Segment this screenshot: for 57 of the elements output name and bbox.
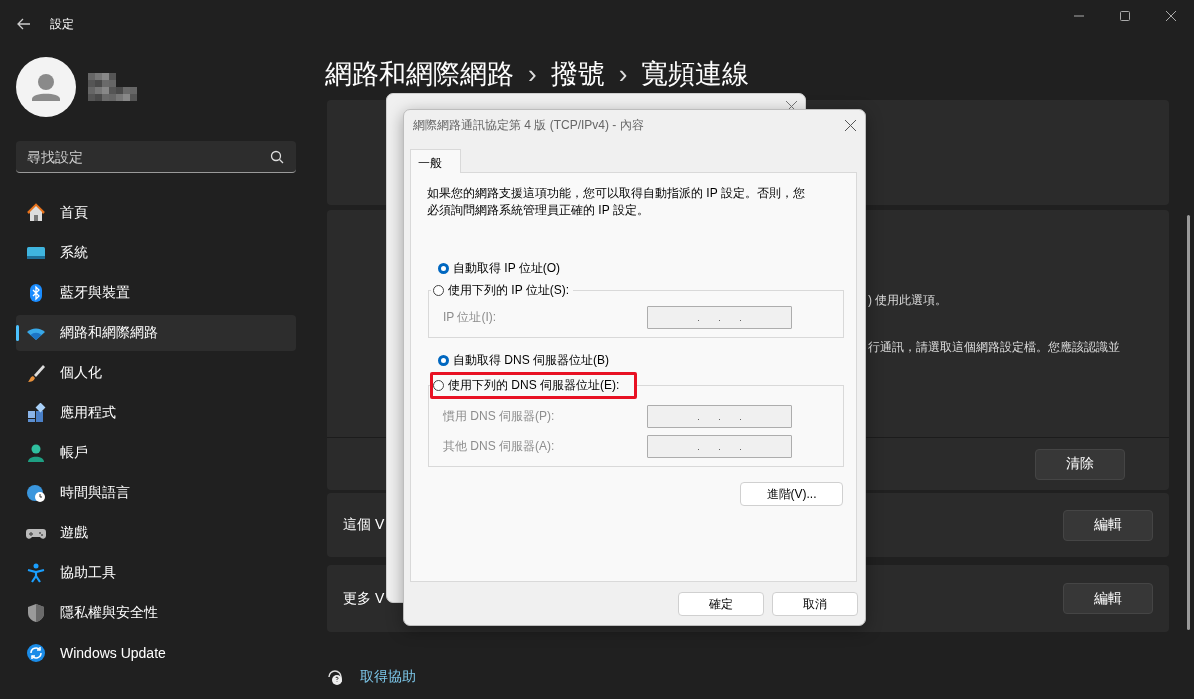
sidebar-item[interactable]: 時間與語言 [16,475,296,511]
description-text: ) 使用此選項。 [868,292,949,309]
house-icon [26,203,46,223]
person-icon [26,443,46,463]
breadcrumb-item[interactable]: 網路和網際網路 [325,56,514,92]
field-label: 慣用 DNS 伺服器(P): [443,408,556,425]
setting-label: 這個 V [343,516,385,534]
close-icon[interactable] [1166,11,1176,21]
advanced-button[interactable]: 進階(V)... [740,482,843,506]
globe-clock-icon [26,483,46,503]
sidebar-item[interactable]: 應用程式 [16,395,296,431]
radio-button[interactable]: 自動取得 IP 位址(O) [438,259,561,277]
radio-button[interactable]: 自動取得 DNS 伺服器位址(B) [438,351,609,369]
brush-icon [26,363,46,383]
dialog-title: 網際網路通訊協定第 4 版 (TCP/IPv4) - 內容 [413,116,644,134]
sync-icon [26,643,46,663]
apps-icon [26,403,46,423]
sidebar-item[interactable]: 隱私權與安全性 [16,595,296,631]
tab[interactable]: 一般 [410,149,461,173]
help-icon [327,668,345,686]
sidebar-item[interactable]: 系統 [16,235,296,271]
edit-button[interactable]: 編輯 [1063,509,1153,541]
sidebar-item[interactable]: 網路和網際網路 [16,315,296,351]
maximize-icon[interactable] [1120,11,1130,21]
sidebar-item[interactable]: 協助工具 [16,555,296,591]
radio-button[interactable]: 使用下列的 DNS 伺服器位址(E): [433,377,620,394]
setting-label: 更多 V [343,589,385,608]
radio-button[interactable]: 使用下列的 IP 位址(S): [433,281,570,299]
blurred-username [88,73,137,101]
window-title: 設定 [50,15,74,33]
breadcrumb-separator: › [618,58,628,90]
breadcrumb-item[interactable]: 撥號 [550,56,605,92]
accessibility-icon [26,563,46,583]
sidebar-item[interactable]: 帳戶 [16,435,296,471]
back-arrow-icon[interactable] [16,16,32,32]
search-field[interactable]: 尋找設定 [16,141,296,173]
help-link[interactable]: 取得協助 [360,668,416,686]
sidebar-item[interactable]: 藍牙與裝置 [16,275,296,311]
sidebar-item[interactable]: 遊戲 [16,515,296,551]
breadcrumb-separator: › [528,58,537,90]
field-label: IP 位址(I): [443,309,498,326]
scrollbar[interactable] [1187,215,1190,630]
field-label: 其他 DNS 伺服器(A): [443,438,556,455]
sidebar-item[interactable]: 首頁 [16,195,296,231]
breadcrumb-item: 寬頻連線 [641,58,750,91]
sidebar-item[interactable]: 個人化 [16,355,296,391]
clear-button[interactable]: 清除 [1035,448,1125,480]
description-text: 如果您的網路支援這項功能，您可以取得自動指派的 IP 設定。否則，您必須詢問網路系統管理員正確的 IP 設定。 [427,185,806,219]
cancel-button[interactable]: 取消 [772,592,858,616]
avatar-icon [16,57,76,117]
description-text: 行通訊，請選取這個網路設定檔。您應該認識並 [868,339,1121,356]
close-icon[interactable] [845,119,856,131]
edit-button[interactable]: 編輯 [1063,583,1153,614]
shield-icon [26,603,46,623]
sidebar-item[interactable]: Windows Update [16,635,296,671]
search-icon [270,150,284,164]
ok-button[interactable]: 確定 [678,592,764,616]
